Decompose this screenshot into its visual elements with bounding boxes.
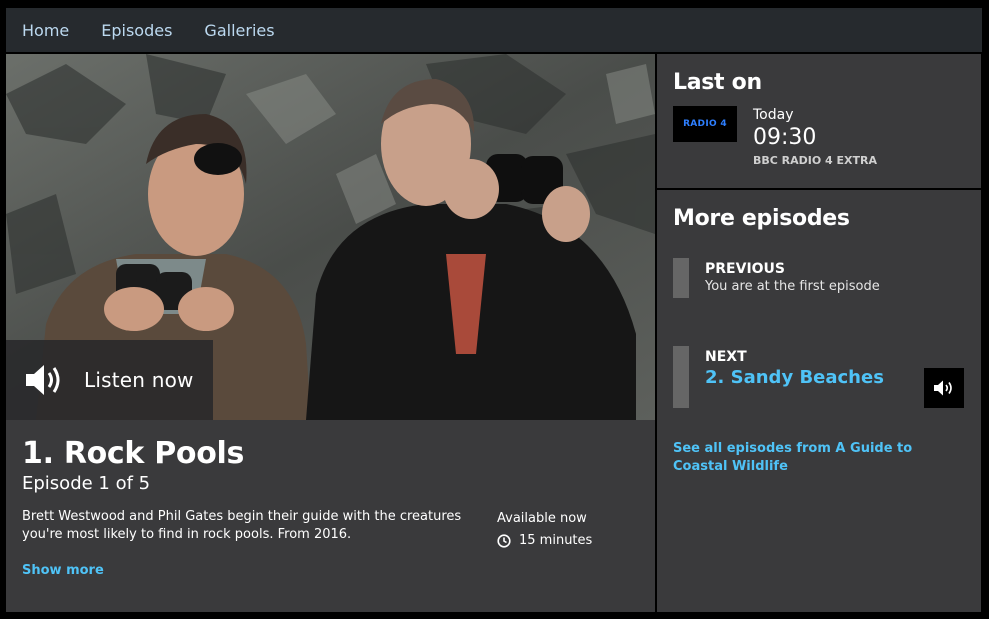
broadcast-day: Today — [753, 107, 794, 123]
see-all-episodes-link[interactable]: See all episodes from A Guide to Coastal… — [673, 440, 963, 476]
next-text: NEXT 2. Sandy Beaches — [705, 348, 925, 390]
next-bar — [673, 346, 689, 408]
episode-info: 1. Rock Pools Episode 1 of 5 Brett Westw… — [6, 420, 655, 612]
previous-note: You are at the first episode — [705, 279, 880, 294]
previous-text: PREVIOUS You are at the first episode — [705, 260, 925, 296]
previous-label: PREVIOUS — [705, 261, 786, 277]
episode-subtitle: Episode 1 of 5 — [22, 473, 151, 494]
availability-block: Available now 15 minutes — [497, 508, 592, 552]
duration-text: 15 minutes — [519, 533, 593, 548]
nav-episodes[interactable]: Episodes — [101, 21, 172, 40]
listen-now-label: Listen now — [84, 368, 194, 392]
radio-4-extra-logo: RADIO 4 — [673, 106, 737, 142]
duration: 15 minutes — [497, 530, 592, 552]
nav-home[interactable]: Home — [22, 21, 69, 40]
last-on-panel: Last on RADIO 4 Today 09:30 BBC RADIO 4 … — [657, 54, 981, 188]
broadcast-meta: Today 09:30 BBC RADIO 4 EXTRA — [753, 106, 877, 167]
more-episodes-panel: More episodes PREVIOUS You are at the fi… — [657, 190, 981, 612]
episode-title: 1. Rock Pools — [22, 436, 245, 471]
show-more-link[interactable]: Show more — [22, 563, 104, 578]
logo-text: RADIO 4 — [683, 119, 727, 129]
top-nav: Home Episodes Galleries — [6, 8, 982, 52]
next-label: NEXT — [705, 349, 747, 365]
episode-description: Brett Westwood and Phil Gates begin thei… — [22, 509, 462, 542]
broadcast-station: BBC RADIO 4 EXTRA — [753, 154, 878, 167]
listen-now-button[interactable]: Listen now — [6, 340, 213, 420]
availability-text: Available now — [497, 511, 587, 526]
next-episode-link[interactable]: 2. Sandy Beaches — [705, 367, 884, 388]
clock-icon — [497, 534, 511, 548]
next-episode: NEXT 2. Sandy Beaches — [673, 346, 963, 408]
speaker-icon — [934, 380, 952, 396]
speaker-icon — [26, 365, 60, 395]
previous-episode: PREVIOUS You are at the first episode — [673, 258, 963, 298]
broadcast-time: 09:30 — [753, 125, 817, 150]
more-episodes-title: More episodes — [673, 206, 850, 231]
nav-galleries[interactable]: Galleries — [204, 21, 274, 40]
previous-bar — [673, 258, 689, 298]
last-on-title: Last on — [673, 70, 762, 95]
next-play-button[interactable] — [924, 368, 964, 408]
